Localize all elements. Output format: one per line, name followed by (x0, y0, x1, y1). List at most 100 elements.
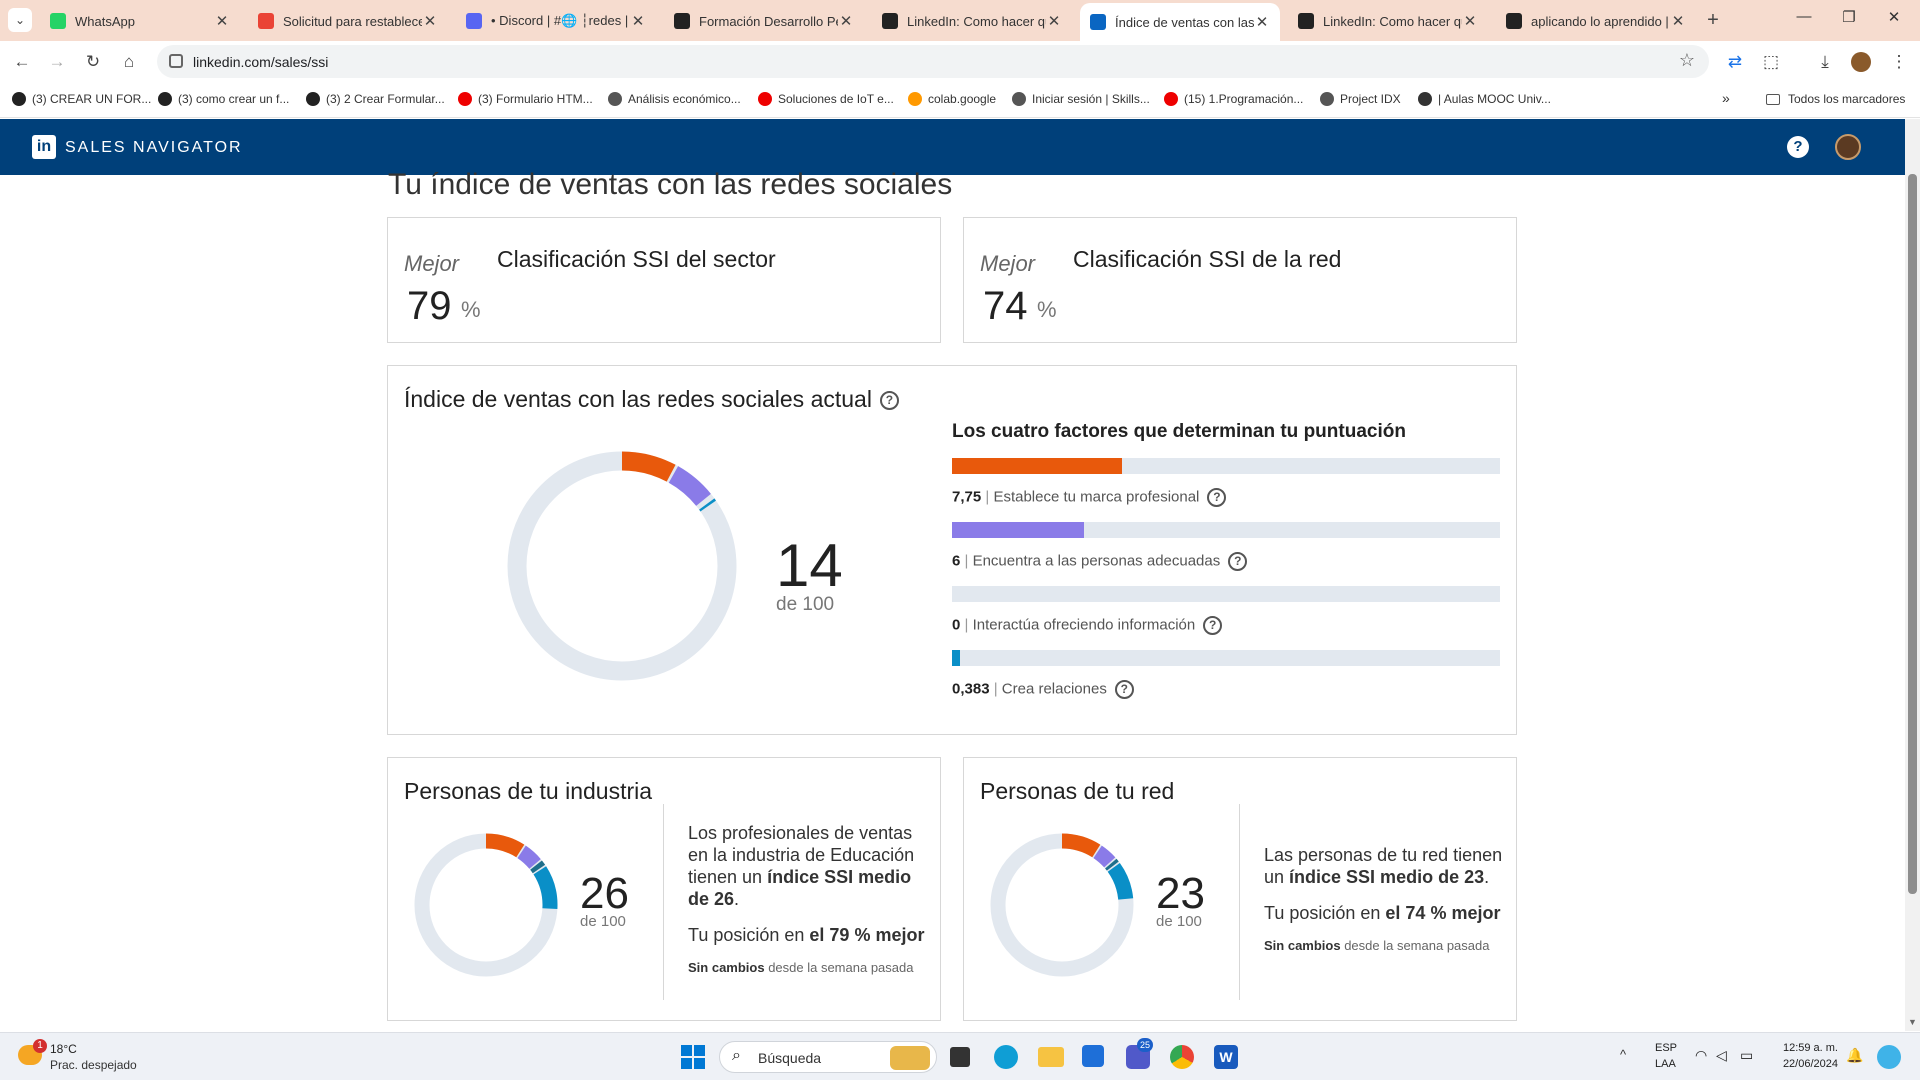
browser-menu-icon[interactable]: ⋮ (1886, 49, 1912, 75)
bookmark-item[interactable]: Project IDX (1320, 92, 1401, 106)
notification-bell-icon[interactable]: 🔔 (1846, 1047, 1863, 1064)
bookmark-item[interactable]: (3) como crear un f... (158, 92, 289, 106)
donut-segment (530, 860, 546, 874)
more-bookmarks-chevron-icon[interactable]: » (1722, 90, 1730, 106)
forward-arrow-icon[interactable]: → (44, 49, 70, 75)
profile-avatar[interactable] (1851, 52, 1871, 72)
all-bookmarks-folder[interactable]: Todos los marcadores (1766, 92, 1905, 106)
factor-text: Encuentra a las personas adecuadas (972, 552, 1221, 570)
close-tab-icon[interactable]: ✕ (422, 12, 438, 30)
restore-button[interactable]: ❐ (1827, 8, 1871, 32)
bookmark-item[interactable]: (3) Formulario HTM... (458, 92, 593, 106)
factor-bar-fill (952, 650, 961, 666)
battery-icon[interactable]: ▭ (1740, 1047, 1753, 1064)
close-tab-icon[interactable]: ✕ (1046, 12, 1062, 30)
lang-layout[interactable]: LAA (1655, 1058, 1676, 1070)
network-position: Tu posición en el 74 % mejor (1264, 903, 1501, 923)
browser-tab[interactable]: Solicitud para restablecer ✕ (248, 5, 448, 37)
bookmark-item[interactable]: (15) 1.Programación... (1164, 92, 1303, 106)
bookmark-item[interactable]: Análisis económico... (608, 92, 741, 106)
browser-tab[interactable]: • Discord | #🌐 ┆redes | Se✕ (456, 5, 656, 37)
network-rank-card: Mejor Clasificación SSI de la red 74 % (963, 217, 1517, 343)
clock-time[interactable]: 12:59 a. m. (1778, 1042, 1838, 1054)
info-icon[interactable]: ? (1203, 616, 1223, 635)
bookmark-item[interactable]: (3) 2 Crear Formular... (306, 92, 445, 106)
browser-tab[interactable]: aplicando lo aprendido | I ✕ (1496, 5, 1696, 37)
close-window-button[interactable]: ✕ (1872, 8, 1916, 32)
download-icon[interactable]: ⤓ (1812, 49, 1838, 75)
tray-chevron-icon[interactable]: ^ (1620, 1047, 1626, 1062)
help-icon[interactable]: ? (1787, 136, 1809, 158)
info-icon[interactable]: ? (1228, 552, 1248, 571)
browser-tab[interactable]: Formación Desarrollo Per ✕ (664, 5, 864, 37)
bookmark-favicon-icon (908, 92, 922, 106)
bookmark-item[interactable]: | Aulas MOOC Univ... (1418, 92, 1551, 106)
close-tab-icon[interactable]: ✕ (1254, 13, 1270, 31)
factor-value: 0,383 (952, 680, 990, 698)
bookmark-item[interactable]: Iniciar sesión | Skills... (1012, 92, 1150, 106)
browser-tab[interactable]: LinkedIn: Como hacer que ✕ (872, 5, 1072, 37)
extensions-icon[interactable]: ⬚ (1758, 49, 1784, 75)
site-info-icon[interactable] (169, 54, 183, 68)
edge-icon[interactable] (994, 1045, 1018, 1069)
translate-icon[interactable]: ⇄ (1722, 49, 1748, 75)
back-arrow-icon[interactable]: ← (9, 49, 35, 75)
factor-separator: | (981, 488, 994, 506)
scrollbar-thumb[interactable] (1908, 174, 1917, 894)
file-explorer-icon[interactable] (1038, 1047, 1064, 1067)
new-tab-button[interactable]: + (1700, 7, 1726, 33)
tab-search-chevron-icon[interactable]: ⌄ (8, 8, 32, 32)
store-icon[interactable] (1082, 1045, 1104, 1067)
info-icon[interactable]: ? (1114, 680, 1134, 699)
industry-description: Los profesionales de ventas en la indust… (688, 823, 915, 909)
close-tab-icon[interactable]: ✕ (1462, 12, 1478, 30)
linkedin-logo-icon[interactable]: in (32, 135, 56, 159)
page-scrollbar[interactable]: ▼ (1905, 119, 1920, 1031)
teams-badge: 25 (1137, 1038, 1154, 1052)
current-ssi-title: Índice de ventas con las redes sociales … (404, 386, 899, 413)
wifi-icon[interactable]: ◠ (1695, 1047, 1707, 1064)
ssi-score: 14 (776, 532, 843, 599)
lang-code[interactable]: ESP (1655, 1042, 1677, 1054)
bookmark-item[interactable]: Soluciones de IoT e... (758, 92, 894, 106)
bookmark-label: Análisis económico... (628, 92, 741, 106)
address-text: linkedin.com/sales/ssi (193, 54, 329, 70)
network-score: 23 (1156, 869, 1205, 918)
factor-bar (952, 586, 1500, 602)
browser-tab[interactable]: LinkedIn: Como hacer que ✕ (1288, 5, 1488, 37)
bookmark-star-icon[interactable]: ☆ (1679, 50, 1695, 71)
taskbar-search[interactable]: ⌕ Búsqueda (719, 1041, 937, 1073)
close-tab-icon[interactable]: ✕ (1670, 12, 1686, 30)
tab-title: WhatsApp (75, 13, 135, 29)
browser-toolbar: ← → ↻ ⌂ linkedin.com/sales/ssi ☆ ⇄ ⬚ ⤓ ⋮ (0, 41, 1920, 82)
clock-date[interactable]: 22/06/2024 (1778, 1058, 1838, 1070)
home-icon[interactable]: ⌂ (116, 49, 142, 75)
close-tab-icon[interactable]: ✕ (214, 12, 230, 30)
address-bar[interactable]: linkedin.com/sales/ssi ☆ (157, 45, 1709, 78)
bookmark-item[interactable]: (3) CREAR UN FOR... (12, 92, 151, 106)
browser-tab[interactable]: WhatsApp ✕ (40, 5, 240, 37)
copilot-icon[interactable] (1877, 1045, 1901, 1069)
word-icon[interactable]: W (1214, 1045, 1238, 1069)
donut-segment (621, 451, 676, 482)
donut-segment (699, 498, 716, 512)
scroll-down-arrow-icon[interactable]: ▼ (1908, 1017, 1917, 1027)
close-tab-icon[interactable]: ✕ (630, 12, 646, 30)
rank-prefix: Mejor (404, 251, 460, 276)
task-view-icon[interactable] (950, 1047, 970, 1067)
user-avatar[interactable] (1835, 134, 1861, 160)
tab-favicon-icon (882, 13, 898, 29)
windows-start-icon[interactable] (681, 1045, 705, 1069)
minimize-button[interactable]: — (1782, 8, 1826, 32)
browser-tab[interactable]: Índice de ventas con las r ✕ (1080, 3, 1280, 41)
info-icon[interactable]: ? (879, 391, 899, 411)
bookmark-item[interactable]: colab.google (908, 92, 996, 106)
bookmark-label: | Aulas MOOC Univ... (1438, 92, 1551, 106)
bookmark-label: (3) CREAR UN FOR... (32, 92, 152, 106)
chrome-icon[interactable] (1170, 1045, 1194, 1069)
reload-icon[interactable]: ↻ (80, 49, 106, 75)
close-tab-icon[interactable]: ✕ (838, 12, 854, 30)
volume-icon[interactable]: ◁ (1716, 1047, 1727, 1064)
rank-unit: % (1037, 297, 1057, 322)
info-icon[interactable]: ? (1207, 488, 1227, 507)
